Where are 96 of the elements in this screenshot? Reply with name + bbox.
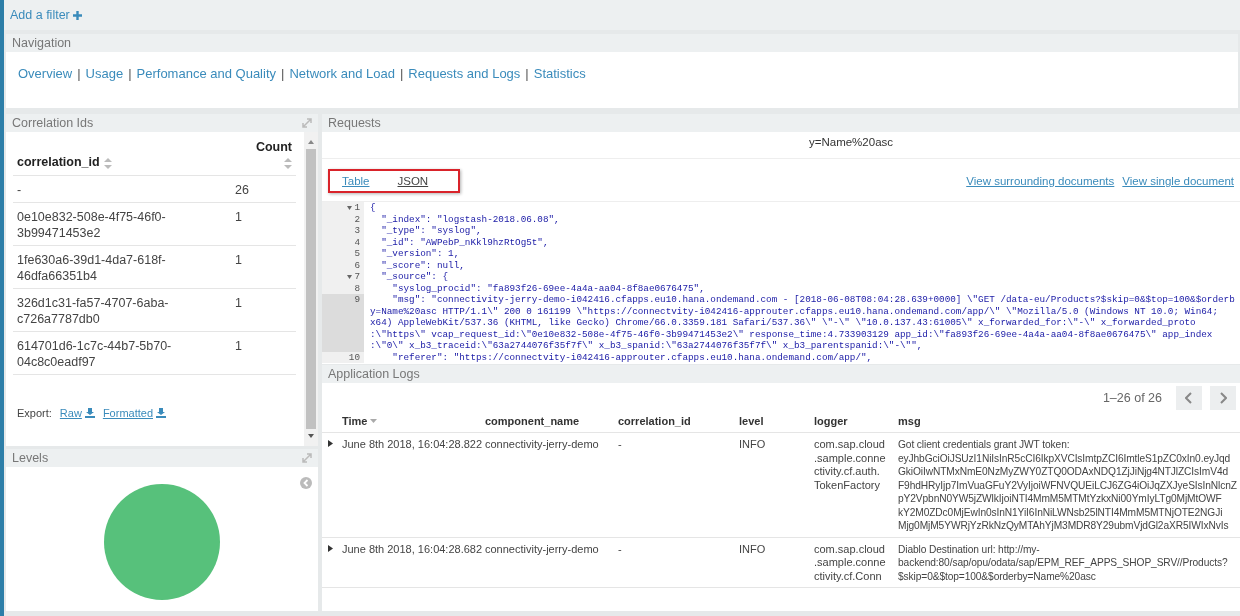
scrollbar[interactable] bbox=[304, 132, 318, 446]
code-line: "syslog_procid": "fa893f26-69ee-4a4a-aa04-8f8ae0676475", bbox=[391, 282, 705, 294]
column-header[interactable]: component_name bbox=[485, 415, 580, 427]
column-header[interactable]: level bbox=[739, 415, 764, 427]
panel-title: Requests bbox=[328, 115, 381, 132]
add-filter-link[interactable]: Add a filter bbox=[10, 8, 70, 22]
separator: | bbox=[77, 66, 81, 81]
column-header[interactable]: correlation_id bbox=[17, 155, 100, 169]
code-line: { bbox=[369, 202, 376, 214]
table-cell-text: 326d1c31-fa57-4707-6aba- c726a7787db0 bbox=[17, 295, 170, 327]
sort-icon[interactable] bbox=[103, 158, 112, 169]
legend-toggle-icon[interactable] bbox=[300, 477, 312, 489]
table-cell-text: 1fe630a6-39d1-4da7-618f- 46dfa66351b4 bbox=[17, 252, 167, 284]
table-cell-text: 614701d6-1c7c-44b7-5b70- 04c8c0eadf97 bbox=[17, 338, 173, 370]
expand-row-icon[interactable] bbox=[328, 440, 333, 447]
export-link[interactable]: Formatted bbox=[102, 407, 166, 419]
line-number: 3 bbox=[354, 225, 360, 237]
code-line: "referer": "https://connectvity-i042416-approuter.cfapps.eu10.hana.ondemand.com/app/", bbox=[391, 351, 873, 363]
line-number: 4 bbox=[354, 236, 360, 248]
expand-row-icon[interactable] bbox=[328, 544, 333, 552]
column-header[interactable]: Count bbox=[255, 140, 292, 154]
table-cell-text: 1 bbox=[235, 252, 243, 269]
panel-title: Application Logs bbox=[328, 366, 420, 383]
download-icon[interactable] bbox=[156, 408, 166, 418]
code-line: "_source": { bbox=[380, 271, 449, 283]
table-cell: INFO bbox=[739, 542, 766, 555]
pagination-text: 1–26 of 26 bbox=[1102, 391, 1162, 405]
nav-link[interactable]: Statistics bbox=[533, 66, 586, 81]
document-link[interactable]: View surrounding documents bbox=[966, 175, 1115, 187]
nav-link[interactable]: Perfomance and Quality bbox=[136, 66, 276, 81]
separator: | bbox=[128, 66, 132, 81]
table-cell-text: 0e10e832-508e-4f75-46f0- 3b99471453e2 bbox=[17, 209, 167, 241]
separator: | bbox=[399, 66, 404, 81]
code-line: "_id": "AWPebP_nKkl9hzRtOg5t", bbox=[380, 236, 549, 248]
nav-link[interactable]: Network and Load bbox=[289, 66, 395, 81]
scroll-down-icon[interactable] bbox=[306, 432, 316, 440]
fold-caret-icon[interactable] bbox=[347, 205, 353, 210]
nav-link[interactable]: Requests and Logs bbox=[408, 66, 521, 81]
line-number: 2 bbox=[354, 213, 360, 225]
line-number: 6 bbox=[354, 259, 360, 271]
line-number: 10 bbox=[348, 351, 360, 363]
tab[interactable]: Table bbox=[342, 175, 370, 187]
line-number: 8 bbox=[354, 282, 360, 294]
next-button[interactable] bbox=[1210, 386, 1236, 410]
table-cell: com.sap.cloud .sample.conne ctivity.cf.auth. TokenFactory bbox=[814, 438, 886, 491]
table-cell: June 8th 2018, 16:04:28.682 bbox=[342, 542, 483, 555]
table-cell: Diablo Destination url: http://my- backend:80/sap/opu/odata/sap/EPM_REF_APPS_SHOP_SRV//Products? $skip=0&$top=100&$orderby=Name%20asc bbox=[898, 543, 1228, 582]
separator: | bbox=[281, 66, 285, 81]
table-cell: connectivity-jerry-demo bbox=[485, 438, 599, 450]
panel-title: Navigation bbox=[12, 35, 72, 52]
table-cell: com.sap.cloud .sample.conne ctivity.cf.Conn bbox=[814, 542, 886, 582]
expand-icon[interactable] bbox=[302, 453, 312, 463]
table-cell: June 8th 2018, 16:04:28.822 bbox=[342, 438, 483, 450]
column-header[interactable]: correlation_id bbox=[618, 415, 691, 427]
code-line: "msg": "connectivity-jerry-demo-i042416.cfapps.eu10.hana.ondemand.com - [2018-06-08T08:04:28.639+0000] \"GET /data-eu/Products?$skip=0&$top=100&$orderb y=Name%20asc HTTP/1.1\" 200 0 161199 \"https://connectvity-i042416-approuter.cfapps.eu10.hana.ondemand.com/app/\" \"Mozilla/5.0 (Windows NT 10.0; Win64; x64) AppleWebKit/537.36 (KHTML, like Gecko) Chrome/66.0.3359.181 Safari/537.36\" \"-\" \"10.0.137.43:61005\" x_forwarded_for:\"-\" x_forwarded_proto :\"https\" vcap_request_id:\"0e10e832-508e-4f75-46f0-3b99471453e2\" response_time:4.733903129 app_id:\"fa893f26-69ee-4a4a-aa04-8f8ae0676475\" app_index :\"0\" x_b3_traceid:\"63a2744076f35f7f\" x_b3_spanid:\"63a2744076f35f7f\" x_b3_parentspanid:\"-\"", bbox=[369, 294, 1235, 352]
code-line: "_version": 1, bbox=[380, 248, 460, 260]
tab[interactable]: JSON bbox=[397, 175, 429, 187]
table-cell: - bbox=[618, 542, 622, 555]
line-number: 1 bbox=[354, 202, 360, 214]
panel-title: Correlation Ids bbox=[12, 115, 94, 132]
download-icon[interactable] bbox=[84, 408, 95, 418]
column-header[interactable]: msg bbox=[898, 415, 921, 427]
scroll-up-icon[interactable] bbox=[306, 138, 316, 146]
chevron-right-icon bbox=[1219, 392, 1227, 404]
fold-caret-icon[interactable] bbox=[347, 274, 353, 279]
sort-icon[interactable] bbox=[370, 419, 378, 423]
export-link[interactable]: Raw bbox=[59, 407, 95, 419]
export-label: Export: bbox=[17, 407, 52, 419]
code-line: "_type": "syslog", bbox=[380, 225, 482, 237]
nav-link[interactable]: Overview bbox=[18, 66, 73, 81]
nav-link[interactable]: Usage bbox=[85, 66, 124, 81]
line-number: 5 bbox=[354, 248, 360, 260]
code-line: "_score": null, bbox=[380, 259, 465, 271]
previous-button[interactable] bbox=[1176, 386, 1202, 410]
table-cell: connectivity-jerry-demo bbox=[485, 542, 599, 555]
code-line: "_index": "logstash-2018.06.08", bbox=[380, 213, 560, 225]
line-number: 7 bbox=[354, 271, 360, 283]
panel-title: Levels bbox=[12, 450, 49, 467]
line-number: 9 bbox=[354, 294, 360, 307]
table-cell-text: 26 bbox=[235, 182, 250, 198]
column-header[interactable]: logger bbox=[814, 415, 848, 427]
table-cell-text: 1 bbox=[235, 295, 243, 312]
table-cell: - bbox=[618, 438, 622, 450]
table-cell-text: 1 bbox=[235, 209, 243, 226]
table-cell-text: 1 bbox=[235, 338, 243, 355]
document-link[interactable]: View single document bbox=[1122, 175, 1234, 187]
table-cell: Got client credentials grant JWT token: eyJhbGciOiJSUzI1NiIsInR5cCI6IkpXVCIsImtpZCI6ImtleS1pZC0xIn0.eyJqd GkiOiIwNTMxNmE0NzMyZWY0ZTQ0ODAxNDQ1ZjJiNjg4NTJlZCIsImV4d F9hdHRyIjp7ImVuaGFuY2VyIjoiWFNVQUEiLCJ6ZG4iOiJqZXJyeSIsInNlcnZ pY2VpbnN0YW5jZWlkIjoiNTI4MmM5MTMtYzkxNi00YmIyLTg0MjMtOWF kY2M0ZDc0MjEwIn0sInN1YiI6InNiLWNsb25lNTI4MmM5MTNjOTE2NGJi Mjg0MjM5YWRjYzRkNzQyMTAhYjM3MDR8Y29ubmVjdGl2aXR5IWIxNvIs bbox=[898, 439, 1237, 531]
table-cell-text: - bbox=[17, 182, 23, 198]
chevron-left-icon bbox=[1185, 392, 1193, 404]
url-text: y=Name%20asc bbox=[808, 136, 894, 148]
plus-icon[interactable] bbox=[72, 10, 82, 20]
separator: | bbox=[525, 66, 529, 81]
table-cell: INFO bbox=[739, 438, 766, 450]
expand-icon[interactable] bbox=[302, 118, 312, 128]
column-header[interactable]: Time bbox=[342, 415, 368, 427]
sort-icon[interactable] bbox=[284, 158, 292, 169]
